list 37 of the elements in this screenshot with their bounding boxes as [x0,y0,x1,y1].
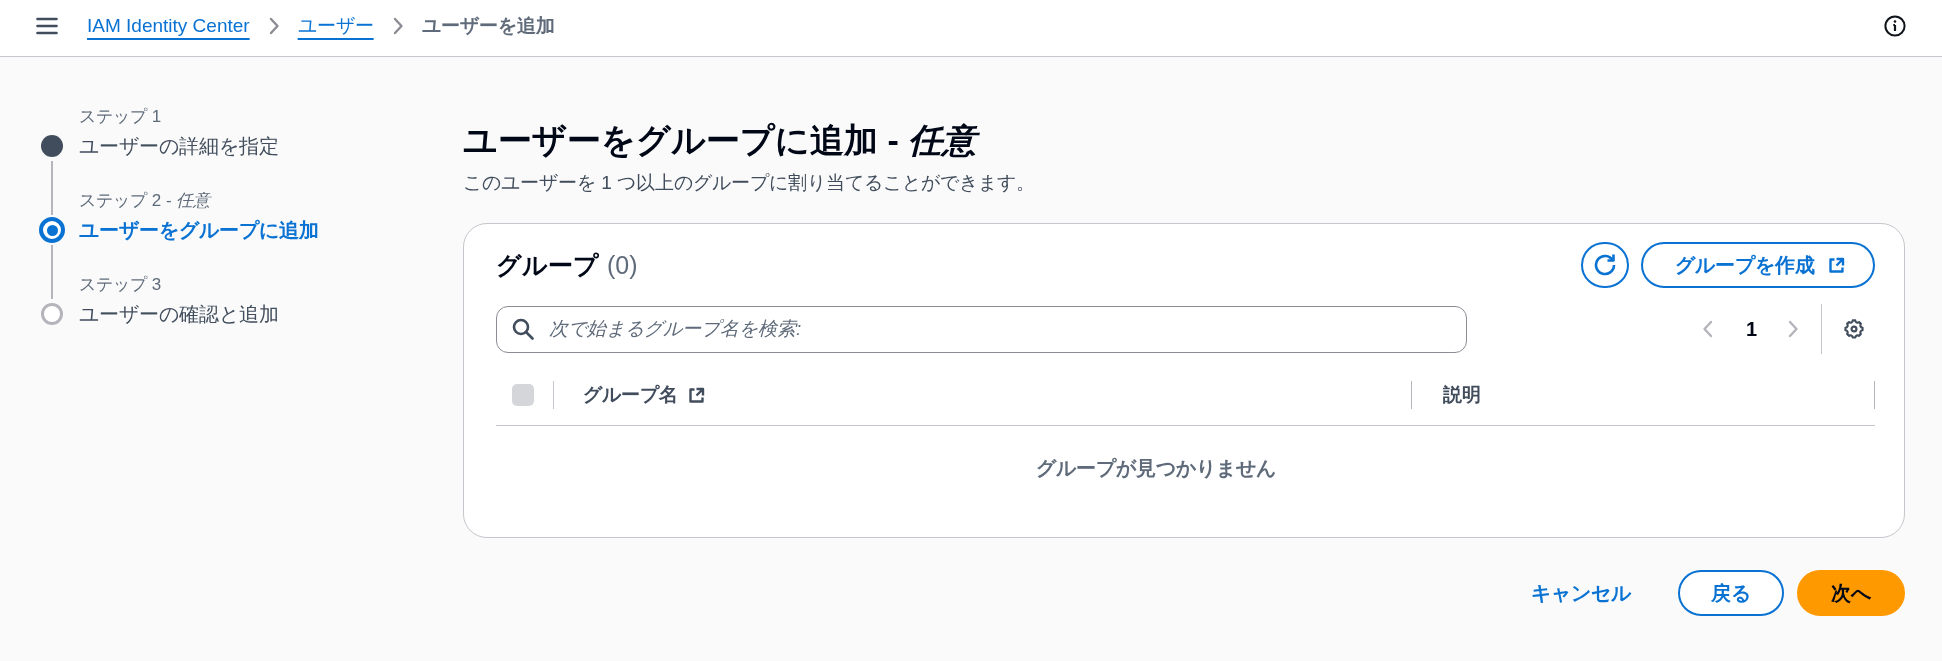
breadcrumb-current: ユーザーを追加 [421,14,555,38]
step-title: ユーザーの詳細を指定 [79,134,279,159]
back-button[interactable]: 戻る [1678,570,1784,616]
refresh-button[interactable] [1581,242,1629,288]
external-link-icon [688,386,705,404]
settings-icon [1843,318,1865,340]
column-header[interactable]: 説明 [1443,381,1481,409]
step-label: ステップ 2 - 任意 [79,190,211,212]
page-number[interactable]: 1 [1745,315,1757,343]
item-count: (0) [607,250,638,281]
create-group-button[interactable]: グループを作成 [1641,242,1875,288]
panel-title: グループ [496,250,599,281]
chevron-right-icon [1787,320,1799,338]
search-field[interactable]: 次で始まるグループ名を検索: [496,305,1467,353]
breadcrumb-link[interactable]: ユーザー [297,13,374,39]
page-description: このユーザーを 1 つ以上のグループに割り当てることができます。 [463,171,1037,195]
menu-button[interactable] [36,17,58,35]
breadcrumb-link[interactable]: IAM Identity Center [87,13,250,39]
refresh-icon [1594,254,1616,276]
step-title: ユーザーをグループに追加 [79,218,319,243]
column-header[interactable]: グループ名 [583,381,705,409]
step-title: ユーザーの確認と追加 [79,302,279,327]
chevron-left-icon [1701,320,1714,338]
next-button[interactable]: 次へ [1797,570,1905,616]
settings-button[interactable] [1843,318,1865,340]
info-icon [1884,15,1906,37]
external-link-icon [1828,256,1845,274]
search-icon [512,317,534,340]
chevron-right-icon [267,17,280,35]
menu-icon [36,17,58,35]
step-label: ステップ 1 [79,106,162,128]
step-label: ステップ 3 [79,274,162,296]
page-title: ユーザーをグループに追加 - 任意 [463,118,1905,162]
info-button[interactable] [1884,15,1906,37]
empty-state-text: グループが見つかりません [1035,456,1276,481]
chevron-right-icon [391,17,404,35]
cancel-button[interactable]: キャンセル [1497,570,1665,616]
